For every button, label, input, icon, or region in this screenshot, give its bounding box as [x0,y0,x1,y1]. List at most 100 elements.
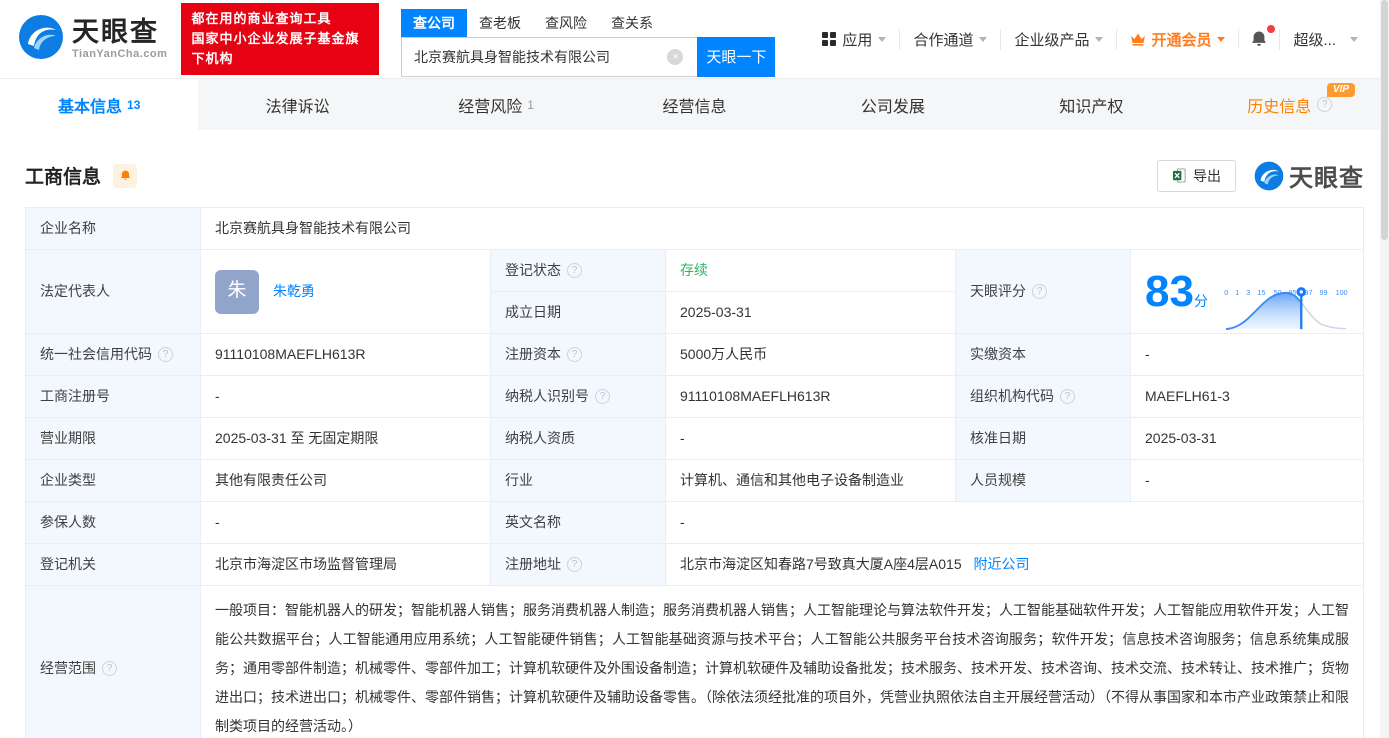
clear-search-icon[interactable]: × [667,49,683,65]
tab-basic-info[interactable]: 基本信息13 [0,79,198,130]
field-label: 注册资本? [491,334,666,376]
nearby-companies-link[interactable]: 附近公司 [974,556,1030,572]
field-label: 企业类型 [26,460,201,502]
search-button[interactable]: 天眼一下 [697,37,775,77]
score-value: 83 [1145,267,1194,316]
reg-address-value: 北京市海淀区知春路7号致真大厦A座4层A015 [680,556,962,572]
field-label: 经营范围? [26,586,201,738]
menu-super-label: 超级... [1293,29,1336,50]
score-distribution-chart: 0131550859799100 [1224,285,1348,299]
tab-label: 知识产权 [1059,93,1123,117]
field-label: 纳税人识别号? [491,376,666,418]
org-code-value: MAEFLH61-3 [1131,376,1364,418]
table-row: 统一社会信用代码? 91110108MAEFLH613R 注册资本? 5000万… [26,334,1364,376]
watermark-text: 天眼查 [1289,158,1364,193]
search-tabs: 查公司 查老板 查风险 查关系 [401,10,775,37]
table-row: 参保人数 - 英文名称 - [26,502,1364,544]
crown-icon [1130,32,1146,46]
tab-history-info[interactable]: 历史信息 ? VIP [1191,79,1389,130]
table-row: 工商注册号 - 纳税人识别号? 91110108MAEFLH613R 组织机构代… [26,376,1364,418]
table-row: 法定代表人 朱 朱乾勇 登记状态? 存续 天眼评分? 83分 [26,250,1364,292]
monitor-bell-button[interactable] [113,164,137,188]
bell-icon [1249,29,1269,49]
reg-address-cell: 北京市海淀区知春路7号致真大厦A座4层A015 附近公司 [666,544,1364,586]
menu-super-account[interactable]: 超级... [1279,29,1371,50]
search-tab-risk[interactable]: 查风险 [533,9,599,37]
approval-date-value: 2025-03-31 [1131,418,1364,460]
company-name-value: 北京赛航具身智能技术有限公司 [201,208,1364,250]
help-icon[interactable]: ? [1317,97,1332,112]
field-label: 核准日期 [956,418,1131,460]
notifications-bell[interactable] [1238,29,1279,49]
industry-value: 计算机、通信和其他电子设备制造业 [666,460,956,502]
insured-count-value: - [201,502,491,544]
export-button[interactable]: 导出 [1157,160,1236,192]
avatar[interactable]: 朱 [215,270,259,314]
search-tab-relation[interactable]: 查关系 [599,9,665,37]
business-info-table: 企业名称 北京赛航具身智能技术有限公司 法定代表人 朱 朱乾勇 登记状态? 存续… [25,207,1364,738]
help-icon[interactable]: ? [158,347,173,362]
table-row: 经营范围? 一般项目：智能机器人的研发；智能机器人销售；服务消费机器人制造；服务… [26,586,1364,738]
logo-domain: TianYanCha.com [72,49,167,60]
chevron-down-icon [1095,37,1103,42]
establish-date-value: 2025-03-31 [666,292,956,334]
table-row: 登记机关 北京市海淀区市场监督管理局 注册地址? 北京市海淀区知春路7号致真大厦… [26,544,1364,586]
tab-label: 经营信息 [662,93,726,117]
business-term-value: 2025-03-31 至 无固定期限 [201,418,491,460]
tab-label: 公司发展 [861,93,925,117]
chevron-down-icon [1217,37,1225,42]
field-label: 企业名称 [26,208,201,250]
help-icon[interactable]: ? [595,389,610,404]
tab-operation-info[interactable]: 经营信息 [595,79,793,130]
legal-rep-cell: 朱 朱乾勇 [201,250,491,334]
help-icon[interactable]: ? [567,347,582,362]
scrollbar-thumb[interactable] [1381,0,1388,240]
tab-label: 法律诉讼 [266,93,330,117]
tab-operation-risk[interactable]: 经营风险1 [397,79,595,130]
menu-vip-label: 开通会员 [1151,29,1211,50]
field-label: 营业期限 [26,418,201,460]
menu-partner[interactable]: 合作通道 [899,29,1000,50]
tab-count: 13 [127,98,140,112]
notification-red-dot [1267,25,1275,33]
apps-grid-icon [822,32,836,46]
score-unit: 分 [1194,293,1208,309]
section-title: 工商信息 [25,162,101,189]
business-scope-value: 一般项目：智能机器人的研发；智能机器人销售；服务消费机器人制造；服务消费机器人销… [201,586,1364,738]
search-input[interactable] [401,37,697,77]
help-icon[interactable]: ? [1032,284,1047,299]
tab-legal-proceedings[interactable]: 法律诉讼 [198,79,396,130]
paid-capital-value: - [1131,334,1364,376]
menu-enterprise-label: 企业级产品 [1014,29,1089,50]
help-icon[interactable]: ? [567,263,582,278]
help-icon[interactable]: ? [102,661,117,676]
field-label: 行业 [491,460,666,502]
english-name-value: - [666,502,1364,544]
search-tab-company[interactable]: 查公司 [401,9,467,37]
field-label: 人员规模 [956,460,1131,502]
staff-size-value: - [1131,460,1364,502]
menu-partner-label: 合作通道 [913,29,973,50]
field-label: 组织机构代码? [956,376,1131,418]
menu-enterprise[interactable]: 企业级产品 [1000,29,1116,50]
company-type-value: 其他有限责任公司 [201,460,491,502]
tab-company-development[interactable]: 公司发展 [794,79,992,130]
menu-open-vip[interactable]: 开通会员 [1116,29,1238,50]
tab-count: 1 [527,98,534,112]
help-icon[interactable]: ? [567,557,582,572]
tianyancha-logo[interactable]: 天眼查 TianYanCha.com [18,14,167,65]
help-icon[interactable]: ? [1060,389,1075,404]
slogan-line2: 国家中小企业发展子基金旗下机构 [191,29,369,69]
menu-apps-label: 应用 [842,29,872,50]
search-tab-boss[interactable]: 查老板 [467,9,533,37]
menu-apps[interactable]: 应用 [809,29,899,50]
scrollbar[interactable] [1380,0,1389,738]
table-row: 企业名称 北京赛航具身智能技术有限公司 [26,208,1364,250]
field-label: 实缴资本 [956,334,1131,376]
top-header: 天眼查 TianYanCha.com 都在用的商业查询工具 国家中小企业发展子基… [0,0,1389,78]
chevron-down-icon [979,37,987,42]
business-info-section-header: 工商信息 导出 天眼查 [25,158,1364,193]
legal-rep-link[interactable]: 朱乾勇 [273,281,315,302]
taxpayer-quality-value: - [666,418,956,460]
tab-intellectual-property[interactable]: 知识产权 [992,79,1190,130]
